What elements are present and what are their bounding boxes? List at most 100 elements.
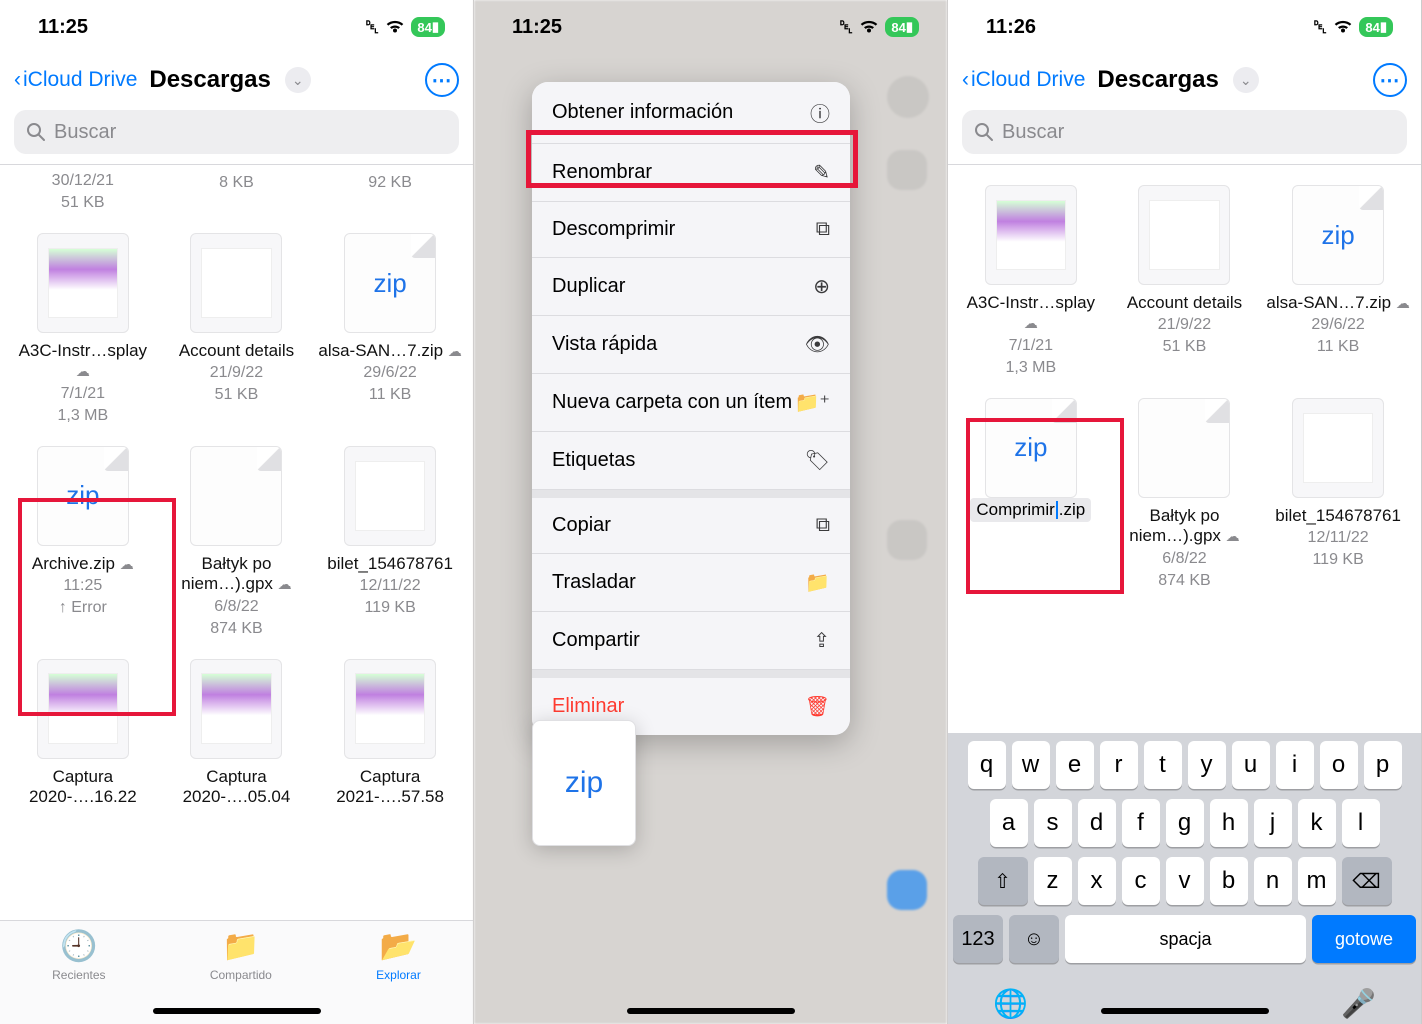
file-item[interactable]: 92 KB (313, 169, 467, 227)
chevron-down-icon: ⌄ (292, 72, 304, 89)
key-r[interactable]: r (1100, 741, 1138, 789)
trash-icon: 🗑 (805, 694, 830, 719)
title-dropdown[interactable]: ⌄ (1233, 67, 1259, 93)
key-p[interactable]: p (1364, 741, 1402, 789)
wifi-icon (1333, 19, 1353, 35)
key-s[interactable]: s (1034, 799, 1072, 847)
file-item[interactable]: Bałtyk po niem…).gpx ☁︎ 6/8/22 874 KB (160, 440, 314, 653)
mic-icon[interactable]: 🎤 (1341, 987, 1376, 1020)
key-b[interactable]: b (1210, 857, 1248, 905)
file-item[interactable]: Captura 2020-….16.22 (6, 653, 160, 822)
title-dropdown[interactable]: ⌄ (285, 67, 311, 93)
key-m[interactable]: m (1298, 857, 1336, 905)
file-item[interactable]: Captura 2021-….57.58 (313, 653, 467, 822)
folder-icon: 📂 (380, 929, 417, 964)
menu-label: Copiar (552, 514, 611, 537)
menu-copy[interactable]: Copiar ⧉ (532, 498, 850, 554)
wifi-icon (385, 19, 405, 35)
file-grid[interactable]: 30/12/2151 KB 8 KB 92 KB A3C-Instr…splay… (0, 165, 473, 920)
menu-eye[interactable]: Vista rápida 👁 (532, 316, 850, 374)
tab-recents[interactable]: 🕘 Recientes (52, 929, 105, 1024)
battery-indicator: 84▮ (1359, 17, 1393, 37)
key-n[interactable]: n (1254, 857, 1292, 905)
page-title: Descargas (1097, 66, 1218, 94)
status-bar: 11:26 ␡ 84▮ (948, 0, 1421, 54)
key-k[interactable]: k (1298, 799, 1336, 847)
key-d[interactable]: d (1078, 799, 1116, 847)
more-button[interactable]: ⋯ (425, 63, 459, 97)
key-q[interactable]: q (968, 741, 1006, 789)
file-item[interactable]: A3C-Instr…splay ☁︎ 7/1/21 1,3 MB (954, 179, 1108, 392)
key-j[interactable]: j (1254, 799, 1292, 847)
page-title: Descargas (149, 66, 270, 94)
file-item[interactable]: Captura 2020-….05.04 (160, 653, 314, 822)
key-c[interactable]: c (1122, 857, 1160, 905)
menu-tag[interactable]: Etiquetas 🏷 (532, 432, 850, 490)
search-field[interactable]: Buscar (962, 110, 1407, 154)
file-item[interactable]: Account details 21/9/22 51 KB (1108, 179, 1262, 392)
key-a[interactable]: a (990, 799, 1028, 847)
menu-label: Nueva carpeta con un ítem (552, 391, 792, 414)
nav-header: ‹ iCloud Drive Descargas ⌄ ⋯ (948, 54, 1421, 106)
menu-archive[interactable]: Descomprimir ⧉ (532, 202, 850, 258)
tab-browse[interactable]: 📂 Explorar (376, 929, 421, 1024)
status-bar: 11:25 ␡ 84▮ (474, 0, 947, 54)
keyboard: qwertyuiop asdfghjkl ⇧zxcvbnm⌫ 123☺spacjago… (948, 733, 1421, 1024)
globe-icon[interactable]: 🌐 (993, 987, 1028, 1020)
shift-key[interactable]: ⇧ (978, 857, 1028, 905)
file-item[interactable]: 30/12/2151 KB (6, 169, 160, 227)
cell-signal-icon: ␡ (365, 17, 379, 38)
emoji-key[interactable]: ☺ (1009, 915, 1059, 963)
file-item[interactable]: Account details 21/9/22 51 KB (160, 227, 314, 440)
key-o[interactable]: o (1320, 741, 1358, 789)
more-button[interactable]: ⋯ (1373, 63, 1407, 97)
cloud-icon: ☁︎ (76, 363, 90, 379)
menu-share[interactable]: Compartir ⇪ (532, 612, 850, 670)
file-item[interactable]: zip alsa-SAN…7.zip ☁︎ 29/6/22 11 KB (313, 227, 467, 440)
rename-input[interactable]: Comprimir.zip (970, 498, 1091, 522)
key-g[interactable]: g (1166, 799, 1204, 847)
file-item[interactable]: 8 KB (160, 169, 314, 227)
cell-signal-icon: ␡ (1313, 17, 1327, 38)
done-key[interactable]: gotowe (1312, 915, 1416, 963)
back-button[interactable]: ‹ iCloud Drive (962, 68, 1085, 92)
backspace-key[interactable]: ⌫ (1342, 857, 1392, 905)
key-v[interactable]: v (1166, 857, 1204, 905)
key-x[interactable]: x (1078, 857, 1116, 905)
clock: 11:26 (986, 16, 1036, 39)
menu-label: Trasladar (552, 571, 636, 594)
key-t[interactable]: t (1144, 741, 1182, 789)
menu-newfolder[interactable]: Nueva carpeta con un ítem 📁⁺ (532, 374, 850, 432)
key-w[interactable]: w (1012, 741, 1050, 789)
wifi-icon (859, 19, 879, 35)
key-e[interactable]: e (1056, 741, 1094, 789)
home-indicator[interactable] (1101, 1008, 1269, 1014)
key-l[interactable]: l (1342, 799, 1380, 847)
file-item[interactable]: Bałtyk po niem…).gpx ☁︎ 6/8/22 874 KB (1108, 392, 1262, 605)
eye-icon: 👁 (805, 332, 830, 357)
key-f[interactable]: f (1122, 799, 1160, 847)
key-i[interactable]: i (1276, 741, 1314, 789)
space-key[interactable]: spacja (1065, 915, 1306, 963)
file-grid[interactable]: A3C-Instr…splay ☁︎ 7/1/21 1,3 MB Account… (948, 165, 1421, 733)
menu-dup[interactable]: Duplicar ⊕ (532, 258, 850, 316)
numbers-key[interactable]: 123 (953, 915, 1003, 963)
folder-icon: 📁 (805, 570, 830, 595)
file-item[interactable]: bilet_154678761 12/11/22 119 KB (313, 440, 467, 653)
search-field[interactable]: Buscar (14, 110, 459, 154)
home-indicator[interactable] (153, 1008, 321, 1014)
file-item[interactable]: zip alsa-SAN…7.zip ☁︎ 29/6/22 11 KB (1261, 179, 1415, 392)
key-u[interactable]: u (1232, 741, 1270, 789)
menu-folder[interactable]: Trasladar 📁 (532, 554, 850, 612)
highlight-box (526, 130, 858, 188)
file-item[interactable]: zip Archive.zip ☁︎ 11:25 ↑ Error (6, 440, 160, 653)
home-indicator[interactable] (627, 1008, 795, 1014)
ellipsis-icon: ⋯ (1380, 68, 1401, 93)
back-button[interactable]: ‹ iCloud Drive (14, 68, 137, 92)
file-item[interactable]: bilet_154678761 12/11/22 119 KB (1261, 392, 1415, 605)
key-z[interactable]: z (1034, 857, 1072, 905)
file-item[interactable]: zip Comprimir.zip (954, 392, 1108, 605)
file-item[interactable]: A3C-Instr…splay ☁︎ 7/1/21 1,3 MB (6, 227, 160, 440)
key-y[interactable]: y (1188, 741, 1226, 789)
key-h[interactable]: h (1210, 799, 1248, 847)
